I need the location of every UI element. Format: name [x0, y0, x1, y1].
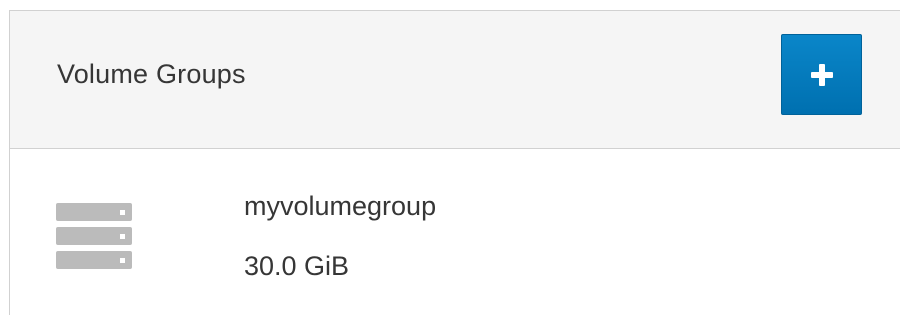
panel-header: Volume Groups	[10, 11, 900, 149]
volume-group-size: 30.0 GiB	[244, 251, 350, 281]
volume-group-row[interactable]: myvolumegroup 30.0 GiB	[10, 149, 900, 315]
plus-icon	[810, 63, 833, 86]
panel-title: Volume Groups	[57, 59, 246, 89]
server-stack-icon	[56, 203, 132, 269]
volume-group-name: myvolumegroup	[244, 191, 437, 221]
add-volume-group-button[interactable]	[781, 34, 862, 115]
volume-groups-panel: Volume Groups myvolumegroup 30.0 GiB	[9, 10, 900, 315]
storage-page: Volume Groups myvolumegroup 30.0 GiB	[0, 0, 900, 315]
